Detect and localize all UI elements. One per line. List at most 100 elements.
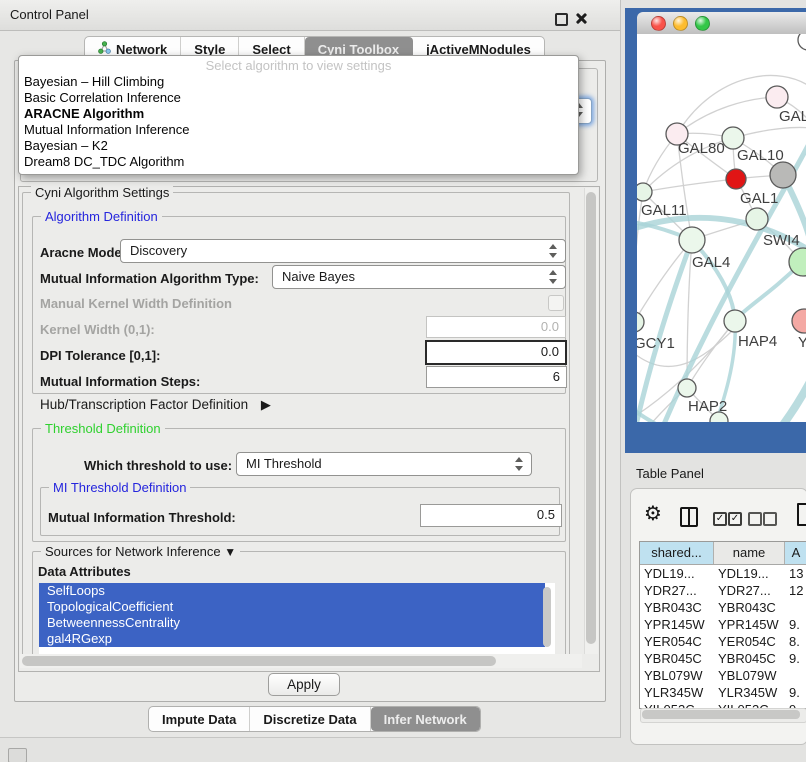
document-icon[interactable] (797, 503, 806, 526)
group-title: Cyni Algorithm Settings (31, 185, 173, 200)
table-row[interactable]: YPR145WYPR145W9. (640, 616, 806, 633)
combo-stepper-icon (515, 457, 524, 471)
column-header-name[interactable]: name (714, 542, 785, 564)
network-canvas[interactable]: GAL80GALGAL10GAL1GAL11SWI4GAL4GCY1HAP4YH… (637, 34, 806, 422)
table-cell: YBR045C (640, 650, 714, 667)
algorithm-option[interactable]: Bayesian – K2 (19, 138, 578, 154)
table-cell: 12 (785, 582, 806, 599)
group-title: Threshold Definition (41, 421, 165, 436)
table-cell: YER054C (714, 633, 785, 650)
apply-button[interactable]: Apply (268, 673, 340, 696)
algorithm-option[interactable]: Bayesian – Hill Climbing (19, 74, 578, 90)
kernel-width-field[interactable]: 0.0 (426, 316, 566, 338)
cyni-bottom-tabbar: Impute Data Discretize Data Infer Networ… (148, 706, 481, 732)
data-attributes-list: SelfLoopsTopologicalCoefficientBetweenne… (39, 583, 555, 654)
tab-impute-data[interactable]: Impute Data (149, 707, 250, 731)
table-row[interactable]: YDL19...YDL19...13 (640, 565, 806, 582)
network-node-GAL11[interactable] (637, 183, 652, 201)
collapsed-panel-icon[interactable] (8, 748, 27, 762)
vertical-scrollbar[interactable] (584, 188, 598, 654)
column-layout-icon[interactable] (680, 507, 698, 527)
data-attribute-item[interactable]: BetweennessCentrality (39, 615, 545, 631)
which-threshold-combo[interactable]: MI Threshold (236, 452, 532, 476)
float-window-icon[interactable] (555, 13, 568, 26)
unchecked-checkbox-icon[interactable] (748, 512, 762, 526)
data-attribute-item[interactable]: SelfLoops (39, 583, 545, 599)
algorithm-option[interactable]: ARACNE Algorithm (19, 106, 578, 122)
manual-kernel-width-checkbox[interactable] (548, 295, 564, 311)
zoom-traffic-light[interactable] (695, 16, 710, 31)
hub-transcription-factor-expander[interactable]: Hub/Transcription Factor Definition ▶ (40, 397, 271, 413)
network-edge (756, 378, 806, 422)
table-row[interactable]: YBR045CYBR045C9. (640, 650, 806, 667)
node-label: GAL10 (737, 147, 784, 164)
table-cell: YDL19... (640, 565, 714, 582)
network-node-green-node-1[interactable] (746, 208, 768, 230)
data-attribute-item[interactable]: gal4RGexp (39, 631, 545, 647)
table-cell: 8. (785, 633, 806, 650)
desktop: Control Panel Network (0, 0, 806, 762)
data-attributes-label: Data Attributes (38, 564, 131, 579)
table-cell: 9. (785, 684, 806, 701)
mi-threshold-field[interactable]: 0.5 (420, 504, 562, 527)
network-node-HAP4[interactable] (724, 310, 746, 332)
mi-algorithm-type-combo[interactable]: Naive Bayes (272, 265, 566, 289)
table-cell (785, 667, 806, 684)
gear-icon[interactable]: ⚙ (644, 504, 662, 524)
list-scrollbar-thumb[interactable] (543, 587, 551, 647)
tab-infer-network[interactable]: Infer Network (371, 707, 480, 731)
dpi-tolerance-field[interactable]: 0.0 (425, 340, 567, 365)
network-node-gray-node[interactable] (770, 162, 796, 188)
close-traffic-light[interactable] (651, 16, 666, 31)
column-header-clipped[interactable]: A (785, 542, 806, 564)
table-cell: YER054C (640, 633, 714, 650)
checked-checkbox-icon[interactable]: ✓ (728, 512, 742, 526)
checked-checkbox-icon[interactable]: ✓ (713, 512, 727, 526)
network-node-GAL1[interactable] (726, 169, 746, 189)
table-header-row: shared... name A (640, 542, 806, 565)
dropdown-placeholder: Select algorithm to view settings (19, 57, 578, 74)
node-label: GAL11 (641, 202, 687, 219)
algorithm-option[interactable]: Mutual Information Inference (19, 122, 578, 138)
aracne-mode-label: Aracne Mode: (40, 245, 126, 260)
minimize-traffic-light[interactable] (673, 16, 688, 31)
network-node-HAP2[interactable] (678, 379, 696, 397)
unchecked-checkbox-icon[interactable] (763, 512, 777, 526)
table-row[interactable]: YER054CYER054C8. (640, 633, 806, 650)
table-cell: YDR27... (640, 582, 714, 599)
control-panel-window: Control Panel Network (0, 0, 621, 738)
table-cell: YDR27... (714, 582, 785, 599)
algorithm-option[interactable]: Dream8 DC_TDC Algorithm (19, 154, 578, 170)
column-header-shared-name[interactable]: shared... (640, 542, 714, 564)
close-icon[interactable] (575, 12, 588, 25)
table-row[interactable]: YBL079WYBL079W (640, 667, 806, 684)
sources-expander[interactable]: Sources for Network Inference ▼ (41, 544, 240, 559)
table-cell: YPR145W (714, 616, 785, 633)
network-node-salmon-node[interactable] (792, 309, 806, 333)
network-node-GCY1[interactable] (637, 312, 644, 332)
manual-kernel-width-label: Manual Kernel Width Definition (40, 296, 232, 311)
table-row[interactable]: YLR345WYLR345W9. (640, 684, 806, 701)
tab-discretize-data[interactable]: Discretize Data (250, 707, 370, 731)
mi-steps-field[interactable]: 6 (426, 366, 567, 388)
network-node-edge-node[interactable] (798, 34, 806, 50)
aracne-mode-combo[interactable]: Discovery (120, 239, 566, 263)
network-node-GAL2[interactable] (766, 86, 788, 108)
table-row[interactable]: YBR043CYBR043C (640, 599, 806, 616)
scrollbar-thumb[interactable] (586, 192, 596, 644)
node-label: HAP2 (688, 398, 727, 415)
table-row[interactable]: YDR27...YDR27...12 (640, 582, 806, 599)
table-horizontal-scrollbar[interactable] (640, 708, 806, 723)
data-attribute-item[interactable]: TopologicalCoefficient (39, 599, 545, 615)
mi-steps-label: Mutual Information Steps: (40, 374, 200, 389)
combo-value: MI Threshold (246, 456, 322, 471)
horizontal-scrollbar[interactable] (20, 654, 582, 668)
control-panel-titlebar: Control Panel (0, 0, 620, 31)
scrollbar-thumb[interactable] (22, 656, 496, 666)
node-label: GCY1 (637, 335, 675, 352)
network-view-window: GAL80GALGAL10GAL1GAL11SWI4GAL4GCY1HAP4YH… (625, 8, 806, 453)
scrollbar-thumb[interactable] (642, 710, 800, 719)
network-node-GAL10[interactable] (722, 127, 744, 149)
algorithm-option[interactable]: Basic Correlation Inference (19, 90, 578, 106)
network-node-GAL4[interactable] (679, 227, 705, 253)
